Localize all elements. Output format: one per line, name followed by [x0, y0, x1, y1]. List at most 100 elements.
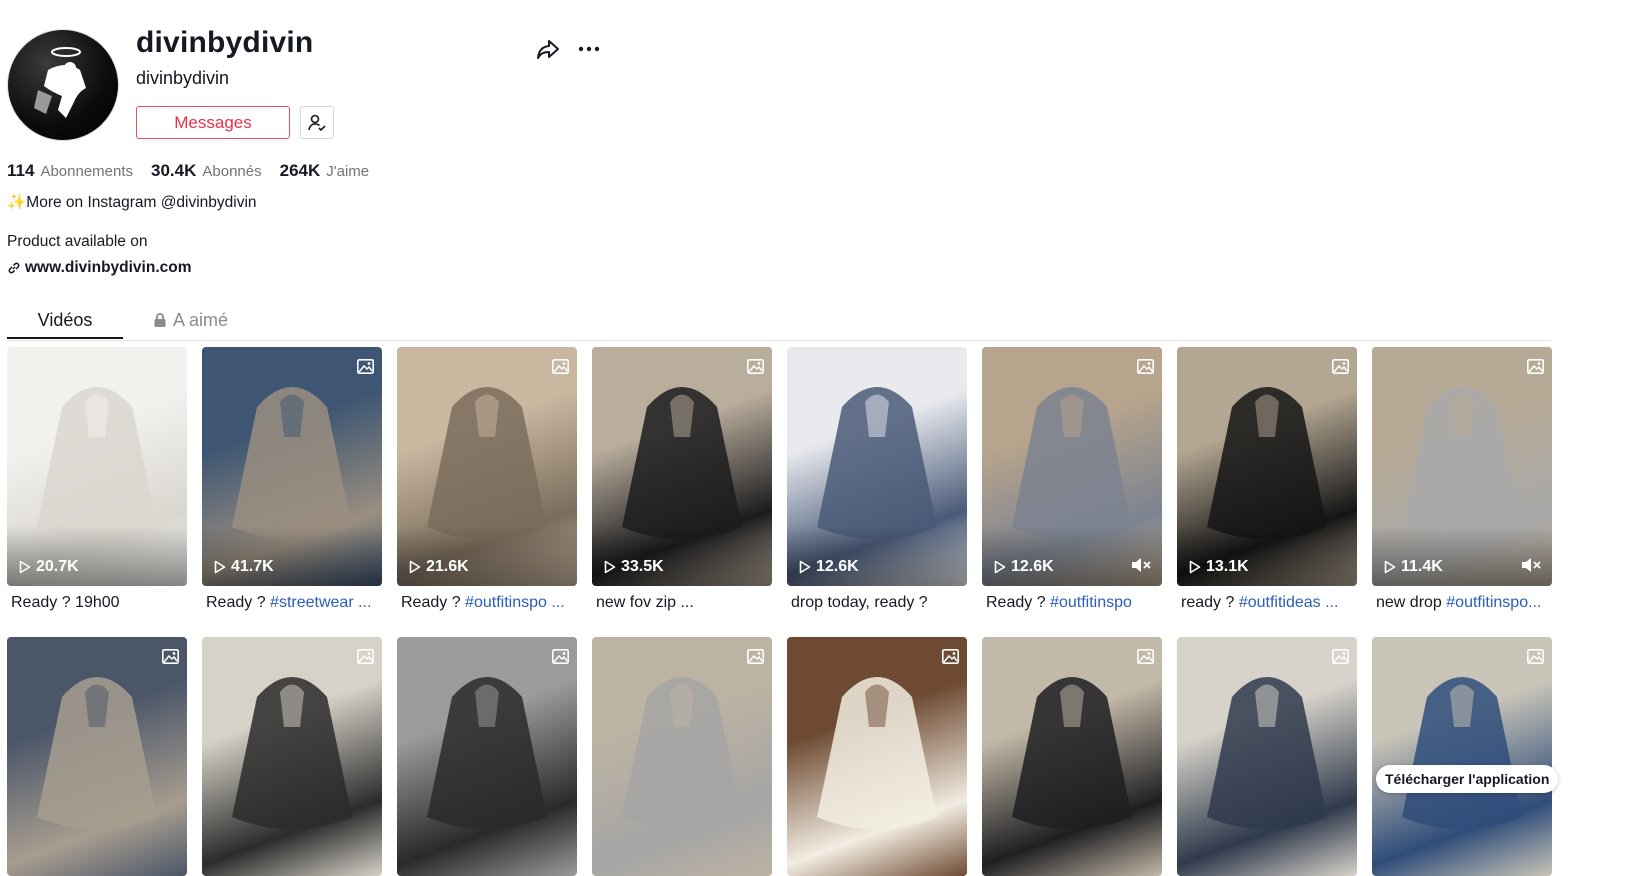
thumbnail-image	[1207, 677, 1327, 830]
video-thumbnail[interactable]: 13.1K	[1177, 347, 1357, 586]
caption-text: ready ?	[1181, 594, 1239, 611]
caption-hashtag[interactable]: #outfitinspo	[1050, 594, 1132, 611]
image-icon	[942, 649, 959, 664]
thumbnail-shade	[202, 526, 382, 586]
thumbnail-shade	[397, 526, 577, 586]
video-thumbnail[interactable]: 20.7K	[7, 347, 187, 586]
thumbnail-image	[1012, 677, 1132, 830]
video-thumbnail[interactable]	[787, 637, 967, 876]
video-thumbnail[interactable]: 12.6K	[982, 347, 1162, 586]
video-thumbnail[interactable]: 41.7K	[202, 347, 382, 586]
thumbnail-image	[1402, 677, 1522, 830]
profile-tabs: Vidéos A aimé	[7, 300, 1551, 341]
thumbnail-image	[427, 677, 547, 830]
view-count: 33.5K	[604, 558, 664, 576]
thumbnail-image	[817, 677, 937, 830]
video-thumbnail[interactable]	[1372, 637, 1552, 876]
video-thumbnail[interactable]	[1177, 637, 1357, 876]
video-caption[interactable]: new drop #outfitinspo...	[1376, 594, 1552, 612]
play-icon	[799, 560, 811, 574]
messages-button[interactable]: Messages	[136, 106, 290, 139]
image-icon	[1527, 359, 1544, 374]
view-count: 41.7K	[214, 558, 274, 576]
stat-value: 30.4K	[151, 161, 197, 180]
caption-hashtag[interactable]: #outfitinspo...	[1446, 594, 1541, 611]
image-icon	[552, 649, 569, 664]
image-icon	[1332, 649, 1349, 664]
stat-label: Abonnements	[40, 163, 134, 180]
profile-display-name: divinbydivin	[136, 26, 314, 59]
caption-hashtag[interactable]: #streetwear ...	[270, 594, 371, 611]
share-icon[interactable]	[535, 36, 561, 62]
download-app-button[interactable]: Télécharger l'application	[1376, 765, 1559, 793]
view-count: 11.4K	[1384, 558, 1443, 576]
stat-followers[interactable]: 30.4K Abonnés	[151, 161, 262, 181]
image-icon	[1527, 649, 1544, 664]
caption-text: new fov zip ...	[596, 594, 694, 611]
video-thumbnail[interactable]	[397, 637, 577, 876]
caption-text: Ready ?	[401, 594, 466, 611]
video-thumbnail[interactable]: 12.6K	[787, 347, 967, 586]
mute-icon[interactable]	[1130, 556, 1152, 574]
image-icon	[162, 649, 179, 664]
image-icon	[552, 359, 569, 374]
thumbnail-image	[37, 677, 157, 830]
thumbnail-image	[232, 677, 352, 830]
thumbnail-image	[622, 677, 742, 830]
view-count-value: 12.6K	[816, 558, 859, 575]
view-count-value: 11.4K	[1401, 558, 1443, 575]
caption-text: drop today, ready ?	[791, 594, 928, 611]
stat-following[interactable]: 114 Abonnements	[7, 161, 133, 181]
caption-text: new drop	[1376, 594, 1447, 611]
bio-line: Product available on	[7, 233, 148, 250]
user-check-icon	[308, 114, 326, 131]
video-thumbnail[interactable]: 33.5K	[592, 347, 772, 586]
caption-hashtag[interactable]: #outfitinspo ...	[465, 594, 565, 611]
following-button[interactable]	[300, 106, 334, 139]
play-icon	[1189, 560, 1201, 574]
view-count: 20.7K	[19, 558, 79, 576]
view-count: 13.1K	[1189, 558, 1249, 576]
thumbnail-shade	[787, 526, 967, 586]
tab-videos[interactable]: Vidéos	[7, 300, 123, 340]
video-caption[interactable]: Ready ? #outfitinspo ...	[401, 594, 577, 612]
video-thumbnail[interactable]	[202, 637, 382, 876]
thumbnail-shade	[7, 526, 187, 586]
view-count-value: 21.6K	[426, 558, 469, 575]
view-count-value: 33.5K	[621, 558, 664, 575]
video-caption[interactable]: drop today, ready ?	[791, 594, 967, 612]
caption-hashtag[interactable]: #outfitideas ...	[1239, 594, 1339, 611]
play-icon	[19, 560, 31, 574]
video-caption[interactable]: Ready ? #streetwear ...	[206, 594, 382, 612]
thumbnail-shade	[592, 526, 772, 586]
stat-value: 114	[7, 161, 35, 180]
video-thumbnail[interactable]	[982, 637, 1162, 876]
image-icon	[747, 359, 764, 374]
profile-header: divinbydivin divinbydivin Messages 114 Ab…	[0, 0, 1648, 300]
view-count: 21.6K	[409, 558, 469, 576]
profile-link[interactable]: www.divinbydivin.com	[7, 259, 192, 277]
caption-text: Ready ?	[206, 594, 271, 611]
video-thumbnail[interactable]: 11.4K	[1372, 347, 1552, 586]
profile-link-text: www.divinbydivin.com	[25, 259, 192, 276]
tab-liked-label: A aimé	[173, 309, 229, 330]
image-icon	[747, 649, 764, 664]
view-count-value: 20.7K	[36, 558, 79, 575]
play-icon	[409, 560, 421, 574]
video-thumbnail[interactable]: 21.6K	[397, 347, 577, 586]
mute-icon[interactable]	[1520, 556, 1542, 574]
video-caption[interactable]: new fov zip ...	[596, 594, 772, 612]
video-thumbnail[interactable]	[7, 637, 187, 876]
video-caption[interactable]: ready ? #outfitideas ...	[1181, 594, 1357, 612]
avatar[interactable]	[7, 29, 119, 141]
video-thumbnail[interactable]	[592, 637, 772, 876]
more-icon[interactable]	[576, 38, 602, 60]
video-caption[interactable]: Ready ? #outfitinspo	[986, 594, 1162, 612]
image-icon	[1137, 359, 1154, 374]
video-caption[interactable]: Ready ? 19h00	[11, 594, 187, 612]
caption-text: Ready ?	[986, 594, 1051, 611]
tab-liked[interactable]: A aimé	[153, 300, 228, 340]
tab-active-indicator	[7, 337, 123, 339]
play-icon	[994, 560, 1006, 574]
view-count-value: 13.1K	[1206, 558, 1249, 575]
